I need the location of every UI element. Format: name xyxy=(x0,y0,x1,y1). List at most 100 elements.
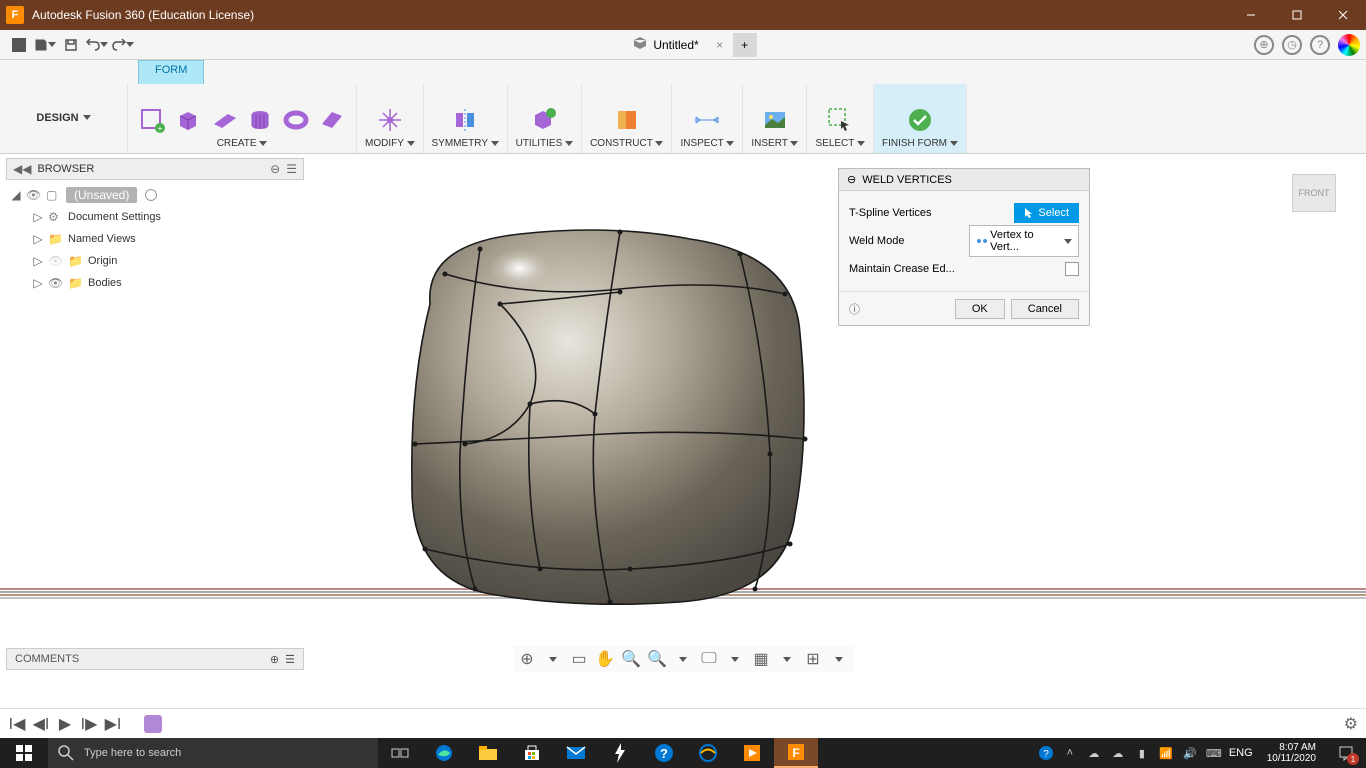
comments-panel[interactable]: COMMENTS ⊕ ☰ xyxy=(6,648,304,670)
tray-help-icon[interactable]: ? xyxy=(1037,744,1055,762)
cancel-button[interactable]: Cancel xyxy=(1011,299,1079,319)
construct-icon[interactable] xyxy=(611,104,643,136)
expand-icon[interactable]: ▷ xyxy=(32,232,44,246)
dialog-collapse-icon[interactable]: ⊖ xyxy=(847,173,856,186)
tree-root[interactable]: ◢ 👁 ▢ (Unsaved) xyxy=(6,184,304,206)
minimize-button[interactable] xyxy=(1228,0,1274,30)
browser-collapse-icon[interactable]: ◀◀ xyxy=(13,162,31,176)
tree-item-document-settings[interactable]: ▷ ⚙ Document Settings xyxy=(6,206,304,228)
mail-icon[interactable] xyxy=(554,738,598,768)
orbit-icon[interactable]: ⊕ xyxy=(515,648,539,670)
dialog-header[interactable]: ⊖ WELD VERTICES xyxy=(839,169,1089,191)
viewport-icon[interactable]: ⊞ xyxy=(801,648,825,670)
select-icon[interactable] xyxy=(824,104,856,136)
ie-icon[interactable] xyxy=(686,738,730,768)
notification-center-icon[interactable]: 1 xyxy=(1330,738,1362,768)
wifi-icon[interactable]: 📶 xyxy=(1157,744,1175,762)
view-cube[interactable]: FRONT xyxy=(1288,164,1342,218)
tree-item-origin[interactable]: ▷ 👁 📁 Origin xyxy=(6,250,304,272)
look-at-icon[interactable]: ▭ xyxy=(567,648,591,670)
media-player-icon[interactable] xyxy=(730,738,774,768)
symmetry-icon[interactable] xyxy=(449,104,481,136)
ok-button[interactable]: OK xyxy=(955,299,1005,319)
utilities-icon[interactable] xyxy=(528,104,560,136)
select-label[interactable]: SELECT xyxy=(815,138,854,149)
tree-item-bodies[interactable]: ▷ 👁 📁 Bodies xyxy=(6,272,304,294)
torus-icon[interactable] xyxy=(280,104,312,136)
task-view-icon[interactable] xyxy=(378,738,422,768)
insert-icon[interactable] xyxy=(759,104,791,136)
edit-form-icon[interactable] xyxy=(374,104,406,136)
finish-label[interactable]: FINISH FORM xyxy=(882,138,947,149)
expand-icon[interactable]: ▷ xyxy=(32,276,44,290)
expand-icon[interactable]: ◢ xyxy=(10,188,22,202)
timeline-start-icon[interactable]: I◀ xyxy=(8,715,26,733)
grid-dropdown-icon[interactable] xyxy=(775,648,799,670)
timeline-end-icon[interactable]: ▶I xyxy=(104,715,122,733)
box-icon[interactable] xyxy=(172,104,204,136)
start-button[interactable] xyxy=(0,738,48,768)
cloud-icon[interactable]: ☁ xyxy=(1109,744,1127,762)
inspect-icon[interactable] xyxy=(691,104,723,136)
help-icon[interactable]: ? xyxy=(1310,35,1330,55)
viewcube-front-face[interactable]: FRONT xyxy=(1292,174,1336,212)
viewport-dropdown-icon[interactable] xyxy=(827,648,851,670)
keyboard-icon[interactable]: ⌨ xyxy=(1205,744,1223,762)
expand-icon[interactable]: ▷ xyxy=(32,254,44,268)
timeline-feature-marker[interactable] xyxy=(144,715,162,733)
orbit-dropdown-icon[interactable] xyxy=(541,648,565,670)
taskbar-search[interactable]: Type here to search xyxy=(48,738,378,768)
visibility-icon[interactable]: 👁 xyxy=(48,276,64,290)
create-label[interactable]: CREATE xyxy=(217,138,257,149)
volume-icon[interactable]: 🔊 xyxy=(1181,744,1199,762)
explorer-icon[interactable] xyxy=(466,738,510,768)
finish-form-icon[interactable] xyxy=(904,104,936,136)
timeline-play-icon[interactable]: ▶ xyxy=(56,715,74,733)
edge-icon[interactable] xyxy=(422,738,466,768)
zoom-dropdown-icon[interactable] xyxy=(671,648,695,670)
sketch-icon[interactable]: + xyxy=(136,104,168,136)
workspace-switcher[interactable]: DESIGN xyxy=(0,84,128,153)
expand-icon[interactable]: ▷ xyxy=(32,210,44,224)
model-canvas[interactable] xyxy=(370,204,830,624)
grid-settings-icon[interactable]: ▦ xyxy=(749,648,773,670)
close-button[interactable] xyxy=(1320,0,1366,30)
select-button[interactable]: Select xyxy=(1014,203,1079,223)
save-icon[interactable] xyxy=(58,33,84,57)
cylinder-icon[interactable] xyxy=(244,104,276,136)
plane-icon[interactable] xyxy=(208,104,240,136)
maximize-button[interactable] xyxy=(1274,0,1320,30)
user-avatar[interactable] xyxy=(1338,34,1360,56)
modify-label[interactable]: MODIFY xyxy=(365,138,404,149)
info-icon[interactable]: ⓘ xyxy=(849,301,865,317)
symmetry-label[interactable]: SYMMETRY xyxy=(432,138,488,149)
grid-icon[interactable] xyxy=(6,33,32,57)
comments-menu-icon[interactable]: ☰ xyxy=(285,653,295,666)
timeline-back-icon[interactable]: ◀I xyxy=(32,715,50,733)
browser-settings-icon[interactable]: ☰ xyxy=(286,162,297,176)
tray-chevron-icon[interactable]: ˄ xyxy=(1061,744,1079,762)
utilities-label[interactable]: UTILITIES xyxy=(516,138,563,149)
extensions-icon[interactable]: ⊕ xyxy=(1254,35,1274,55)
onedrive-icon[interactable]: ☁ xyxy=(1085,744,1103,762)
clock[interactable]: 8:07 AM 10/11/2020 xyxy=(1259,742,1324,764)
help-app-icon[interactable]: ? xyxy=(642,738,686,768)
language-indicator[interactable]: ENG xyxy=(1229,747,1253,759)
inspect-label[interactable]: INSPECT xyxy=(680,138,723,149)
form-tab[interactable]: FORM xyxy=(138,60,204,84)
zoom-window-icon[interactable]: 🔍 xyxy=(645,648,669,670)
store-icon[interactable] xyxy=(510,738,554,768)
construct-label[interactable]: CONSTRUCT xyxy=(590,138,653,149)
activate-radio[interactable] xyxy=(145,189,157,201)
display-dropdown-icon[interactable] xyxy=(723,648,747,670)
visibility-icon[interactable]: 👁 xyxy=(26,188,42,202)
weldmode-dropdown[interactable]: Vertex to Vert... xyxy=(969,225,1079,257)
comments-plus-icon[interactable]: ⊕ xyxy=(270,653,279,666)
redo-icon[interactable] xyxy=(110,33,136,57)
timeline-forward-icon[interactable]: I▶ xyxy=(80,715,98,733)
battery-icon[interactable]: ▮ xyxy=(1133,744,1151,762)
browser-minus-icon[interactable]: ⊖ xyxy=(270,162,280,176)
insert-label[interactable]: INSERT xyxy=(751,138,787,149)
tree-item-named-views[interactable]: ▷ 📁 Named Views xyxy=(6,228,304,250)
quadball-icon[interactable] xyxy=(316,104,348,136)
